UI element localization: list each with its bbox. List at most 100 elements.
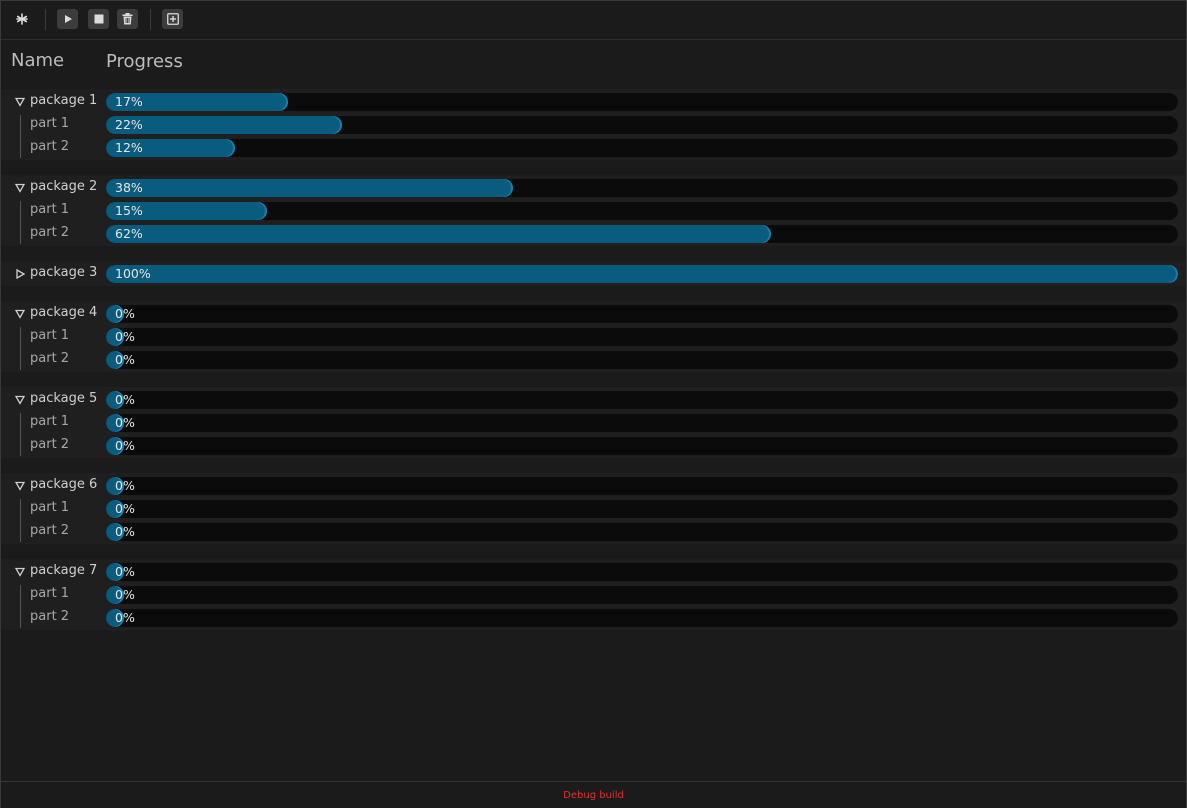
tree-guide-line	[20, 585, 21, 628]
progress-fill	[106, 179, 514, 197]
progress-bar: 0%	[106, 305, 1178, 323]
part-row[interactable]: part 2 0%	[1, 520, 1186, 543]
progress-bar: 22%	[106, 116, 1178, 134]
progress-bar: 0%	[106, 563, 1178, 581]
toolbar-separator	[45, 9, 46, 30]
progress-label: 0%	[115, 524, 135, 539]
progress-label: 17%	[115, 94, 143, 109]
part-row[interactable]: part 2 0%	[1, 434, 1186, 457]
progress-label: 0%	[115, 415, 135, 430]
progress-label: 0%	[115, 501, 135, 516]
progress-bar: 0%	[106, 609, 1178, 627]
expand-down-triangle-icon[interactable]	[14, 480, 26, 492]
part-row[interactable]: part 1 15%	[1, 199, 1186, 222]
part-name: part 2	[30, 609, 70, 624]
part-row[interactable]: part 1 0%	[1, 583, 1186, 606]
progress-label: 100%	[115, 266, 151, 281]
tree-guide-line	[20, 115, 21, 158]
package-row[interactable]: package 3 100%	[1, 262, 1186, 285]
progress-bar: 100%	[106, 265, 1178, 283]
part-row[interactable]: part 2 0%	[1, 606, 1186, 629]
package-group: package 7 0% part 1 0% part 2 0%	[1, 559, 1186, 630]
progress-bar: 12%	[106, 139, 1178, 157]
progress-label: 0%	[115, 564, 135, 579]
part-row[interactable]: part 1 0%	[1, 411, 1186, 434]
part-row[interactable]: part 1 0%	[1, 497, 1186, 520]
progress-bar: 0%	[106, 414, 1178, 432]
progress-bar: 0%	[106, 351, 1178, 369]
stop-icon	[94, 14, 103, 24]
package-group: package 2 38% part 1 15% part 2 62%	[1, 175, 1186, 246]
part-name: part 1	[30, 414, 70, 429]
progress-label: 0%	[115, 610, 135, 625]
part-name: part 2	[30, 225, 70, 240]
package-row[interactable]: package 4 0%	[1, 302, 1186, 325]
add-box-icon	[166, 13, 179, 25]
package-row[interactable]: package 2 38%	[1, 176, 1186, 199]
part-row[interactable]: part 1 0%	[1, 325, 1186, 348]
collapse-right-triangle-icon[interactable]	[14, 268, 26, 280]
package-name: package 1	[30, 93, 98, 108]
progress-label: 0%	[115, 306, 135, 321]
app-window: Name Progress package 1 17% part 1 22% part …	[0, 0, 1187, 808]
package-name: package 2	[30, 179, 98, 194]
package-row[interactable]: package 6 0%	[1, 474, 1186, 497]
asterisk-button[interactable]	[11, 9, 32, 29]
part-row[interactable]: part 2 62%	[1, 222, 1186, 245]
progress-bar: 0%	[106, 477, 1178, 495]
trash-icon	[122, 13, 133, 25]
progress-label: 12%	[115, 140, 143, 155]
progress-label: 0%	[115, 587, 135, 602]
package-row[interactable]: package 7 0%	[1, 560, 1186, 583]
progress-bar: 0%	[106, 328, 1178, 346]
add-button[interactable]	[162, 9, 183, 29]
part-row[interactable]: part 2 0%	[1, 348, 1186, 371]
progress-fill	[106, 225, 771, 243]
expand-down-triangle-icon[interactable]	[14, 182, 26, 194]
status-bar: Debug build	[1, 781, 1186, 808]
progress-label: 22%	[115, 117, 143, 132]
package-row[interactable]: package 1 17%	[1, 90, 1186, 113]
progress-bar: 0%	[106, 500, 1178, 518]
toolbar-separator	[150, 9, 151, 30]
part-name: part 1	[30, 586, 70, 601]
column-header-name[interactable]: Name	[11, 50, 64, 71]
stop-button[interactable]	[88, 9, 109, 29]
package-group: package 6 0% part 1 0% part 2 0%	[1, 473, 1186, 544]
list-header: Name Progress	[1, 40, 1186, 80]
expand-down-triangle-icon[interactable]	[14, 394, 26, 406]
package-name: package 7	[30, 563, 98, 578]
progress-label: 15%	[115, 203, 143, 218]
progress-label: 38%	[115, 180, 143, 195]
package-name: package 3	[30, 265, 98, 280]
expand-down-triangle-icon[interactable]	[14, 96, 26, 108]
delete-button[interactable]	[117, 9, 138, 29]
part-row[interactable]: part 1 22%	[1, 113, 1186, 136]
toolbar	[1, 1, 1186, 40]
expand-down-triangle-icon[interactable]	[14, 566, 26, 578]
asterisk-icon	[15, 13, 28, 25]
package-group: package 1 17% part 1 22% part 2 12%	[1, 89, 1186, 160]
play-icon	[64, 15, 72, 23]
tree-guide-line	[20, 201, 21, 244]
progress-bar: 0%	[106, 437, 1178, 455]
package-name: package 6	[30, 477, 98, 492]
progress-bar: 15%	[106, 202, 1178, 220]
part-row[interactable]: part 2 12%	[1, 136, 1186, 159]
progress-label: 62%	[115, 226, 143, 241]
progress-label: 0%	[115, 329, 135, 344]
progress-bar: 17%	[106, 93, 1178, 111]
progress-label: 0%	[115, 438, 135, 453]
part-name: part 2	[30, 351, 70, 366]
part-name: part 1	[30, 116, 70, 131]
package-name: package 4	[30, 305, 98, 320]
part-name: part 1	[30, 202, 70, 217]
package-row[interactable]: package 5 0%	[1, 388, 1186, 411]
package-group: package 3 100%	[1, 261, 1186, 286]
progress-label: 0%	[115, 478, 135, 493]
progress-label: 0%	[115, 352, 135, 367]
column-header-progress[interactable]: Progress	[106, 51, 183, 72]
expand-down-triangle-icon[interactable]	[14, 308, 26, 320]
play-button[interactable]	[57, 9, 78, 29]
status-text: Debug build	[563, 790, 624, 801]
